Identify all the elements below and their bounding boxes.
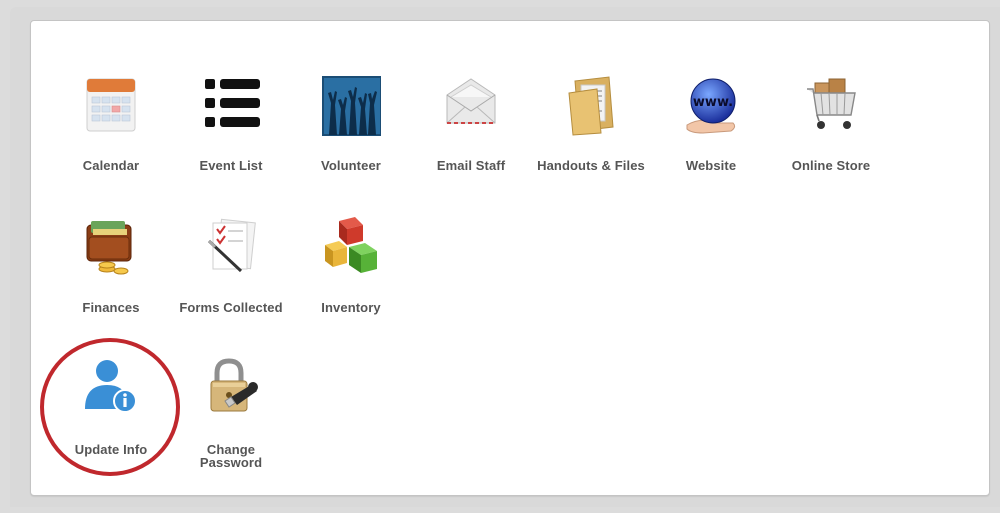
app-label: Finances <box>82 300 140 315</box>
calendar-icon <box>81 73 141 137</box>
app-label-line: Password <box>199 455 263 470</box>
app-website[interactable]: www. Website <box>651 73 771 193</box>
app-label: Email Staff <box>436 158 506 173</box>
app-inventory[interactable]: Inventory <box>291 215 411 335</box>
app-label: Forms Collected <box>179 300 283 315</box>
folder-icon <box>561 73 621 137</box>
app-label: Event List <box>199 158 263 173</box>
app-label: Handouts & Files <box>537 158 645 173</box>
wallet-icon <box>81 215 141 279</box>
app-email-staff[interactable]: Email Staff <box>411 73 531 193</box>
app-label: Update Info <box>74 442 148 457</box>
svg-text:www.: www. <box>693 95 733 110</box>
checklist-pen-icon <box>201 215 261 279</box>
app-event-list[interactable]: Event List <box>171 73 291 193</box>
app-finances[interactable]: Finances <box>51 215 171 335</box>
app-online-store[interactable]: Online Store <box>771 73 891 193</box>
padlock-key-icon <box>201 357 261 421</box>
app-label: Calendar <box>82 158 140 173</box>
shopping-cart-icon <box>801 73 861 137</box>
user-info-icon <box>81 357 141 421</box>
app-label: Volunteer <box>321 158 381 173</box>
envelope-icon <box>441 73 501 137</box>
app-label: Change Password <box>171 443 291 469</box>
app-calendar[interactable]: Calendar <box>51 73 171 193</box>
app-handouts-files[interactable]: Handouts & Files <box>531 73 651 193</box>
raised-hands-icon <box>321 73 381 137</box>
app-update-info[interactable]: Update Info <box>51 357 171 477</box>
app-label: Online Store <box>791 158 871 173</box>
app-volunteer[interactable]: Volunteer <box>291 73 411 193</box>
app-label: Website <box>685 158 737 173</box>
app-change-password[interactable]: Change Password <box>171 357 291 477</box>
boxes-icon <box>321 215 381 279</box>
app-forms-collected[interactable]: Forms Collected <box>171 215 291 335</box>
list-icon <box>201 73 261 137</box>
globe-www-icon: www. <box>681 73 741 137</box>
app-label: Inventory <box>321 300 381 315</box>
apps-panel: Calendar Event List Volunteer Email Staf… <box>30 20 990 496</box>
